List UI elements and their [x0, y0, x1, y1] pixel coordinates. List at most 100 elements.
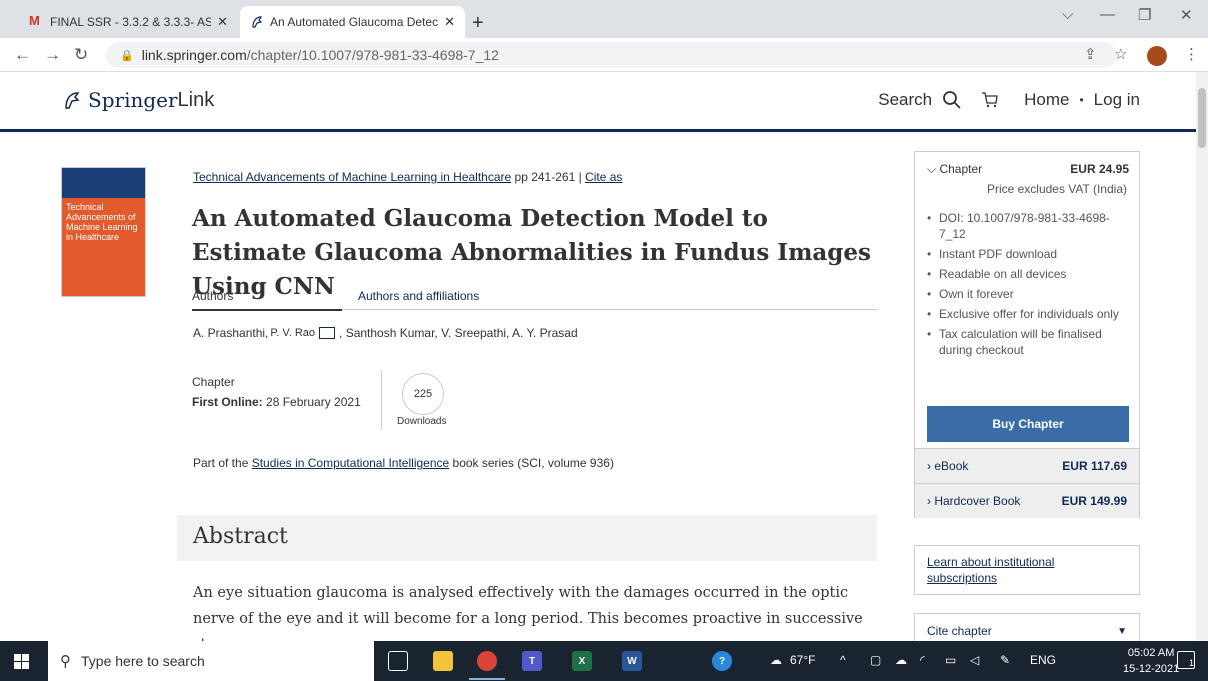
- new-tab-button[interactable]: +: [472, 12, 484, 35]
- url-path: /chapter/10.1007/978-981-33-4698-7_12: [246, 47, 499, 63]
- hardcover-price: EUR 149.99: [1061, 494, 1127, 508]
- pen-icon[interactable]: ✎: [1000, 653, 1010, 667]
- search-icon[interactable]: [942, 90, 962, 110]
- caret-down-icon: ▼: [1117, 626, 1127, 637]
- cite-as-link[interactable]: Cite as: [585, 170, 622, 184]
- hardcover-label: Hardcover Book: [934, 494, 1021, 508]
- scrollbar[interactable]: [1196, 72, 1208, 641]
- battery-icon[interactable]: ▭: [945, 653, 956, 667]
- ebook-price: EUR 117.69: [1062, 459, 1127, 473]
- clock-date: 15-12-2021: [1123, 663, 1180, 675]
- volume-icon[interactable]: ◁: [970, 653, 979, 667]
- chevron-up-icon[interactable]: ^: [840, 653, 846, 667]
- word-icon[interactable]: W: [622, 651, 642, 671]
- share-icon[interactable]: ⇪: [1084, 45, 1097, 63]
- author-tabs: Authors Authors and affiliations: [192, 284, 878, 311]
- restore-button[interactable]: ❐: [1138, 6, 1151, 24]
- vat-note: Price excludes VAT (India): [986, 182, 1127, 196]
- search-link[interactable]: Search: [878, 90, 932, 110]
- tab-search-icon[interactable]: ⌵: [1062, 6, 1073, 23]
- series-before: Part of the: [193, 456, 249, 470]
- back-icon[interactable]: ←: [14, 45, 31, 65]
- weather-icon[interactable]: ☁: [770, 653, 782, 667]
- author-corresponding[interactable]: P. V. Rao: [270, 327, 315, 339]
- address-bar-row: ← → ↻ 🔒 link.springer.com/chapter/10.100…: [0, 38, 1208, 72]
- feature-item: Instant PDF download: [927, 246, 1131, 262]
- windows-taskbar: ⚲ Type here to search T X W ? ☁ 67°F ^ ▢…: [0, 641, 1208, 681]
- series-line: Part of the Studies in Computational Int…: [193, 456, 614, 470]
- url-field[interactable]: 🔒 link.springer.com/chapter/10.1007/978-…: [106, 42, 1116, 68]
- menu-icon[interactable]: ⋮: [1184, 45, 1199, 63]
- reload-icon[interactable]: ↻: [74, 45, 88, 65]
- weather-temp[interactable]: 67°F: [790, 653, 815, 667]
- feature-item: Exclusive offer for individuals only: [927, 306, 1131, 322]
- email-icon[interactable]: [319, 327, 336, 339]
- buy-features: DOI: 10.1007/978-981-33-4698-7_12 Instan…: [927, 210, 1131, 362]
- forward-icon[interactable]: →: [44, 45, 61, 65]
- brand-link: Link: [177, 88, 215, 111]
- task-view-icon[interactable]: [388, 651, 408, 671]
- excel-icon[interactable]: X: [572, 651, 592, 671]
- taskbar-search-field[interactable]: ⚲ Type here to search: [48, 641, 374, 681]
- close-icon[interactable]: ✕: [444, 14, 455, 30]
- springer-icon: [252, 16, 263, 28]
- web-page: Springer Link Search Home • Log in Techni…: [0, 72, 1196, 641]
- active-app-indicator: [469, 678, 505, 680]
- tab-title: FINAL SSR - 3.3.2 & 3.3.3- AS ON: [50, 15, 212, 29]
- file-explorer-icon[interactable]: [433, 651, 453, 671]
- book-cover[interactable]: Technical Advancements of Machine Learni…: [61, 167, 146, 297]
- help-icon[interactable]: ?: [712, 651, 732, 671]
- windows-start-icon[interactable]: [14, 654, 29, 669]
- close-icon[interactable]: ✕: [217, 14, 228, 30]
- minimize-button[interactable]: —: [1100, 6, 1115, 23]
- buy-heading: Chapter: [939, 162, 983, 176]
- header-nav: Search Home • Log in: [878, 90, 1140, 110]
- teams-icon[interactable]: T: [522, 651, 542, 671]
- page-range: pp 241-261: [514, 170, 576, 184]
- feature-item: Readable on all devices: [927, 266, 1131, 282]
- authors-after[interactable]: , Santhosh Kumar, V. Sreepathi, A. Y. Pr…: [339, 326, 578, 340]
- tab-gmail[interactable]: FINAL SSR - 3.3.2 & 3.3.3- AS ON ✕: [18, 6, 238, 38]
- cite-chapter-dropdown[interactable]: Cite chapter ▼: [914, 613, 1140, 641]
- divider: [381, 370, 382, 430]
- notification-icon[interactable]: 1: [1177, 651, 1195, 669]
- institutional-link[interactable]: Learn about institutional subscriptions: [927, 555, 1054, 585]
- home-link[interactable]: Home: [1024, 90, 1069, 110]
- buy-chapter-toggle[interactable]: ⌵ Chapter EUR 24.95: [927, 162, 1129, 177]
- tab-springer[interactable]: An Automated Glaucoma Detecti ✕: [240, 6, 465, 38]
- meta-separator: |: [578, 170, 582, 184]
- bookmark-star-icon[interactable]: ☆: [1114, 45, 1127, 63]
- browser-tab-bar: FINAL SSR - 3.3.2 & 3.3.3- AS ON ✕ An Au…: [0, 0, 1208, 38]
- buy-chapter-button[interactable]: Buy Chapter: [927, 406, 1129, 442]
- wifi-icon[interactable]: ◜: [920, 653, 925, 667]
- tab-authors-affiliations[interactable]: Authors and affiliations: [358, 289, 479, 303]
- close-window-button[interactable]: ✕: [1180, 6, 1193, 24]
- avatar[interactable]: [1147, 46, 1167, 66]
- abstract-text: An eye situation glaucoma is analysed ef…: [193, 585, 863, 641]
- authors-before[interactable]: A. Prashanthi,: [193, 326, 268, 340]
- tab-authors[interactable]: Authors: [192, 289, 342, 311]
- clock[interactable]: 05:02 AM 15-12-2021: [1123, 645, 1179, 677]
- chrome-icon[interactable]: [477, 651, 497, 671]
- springer-horse-icon: [65, 92, 80, 109]
- hardcover-option[interactable]: › Hardcover Book EUR 149.99: [915, 483, 1139, 518]
- ebook-option[interactable]: › eBook EUR 117.69: [915, 448, 1139, 483]
- search-icon: ⚲: [60, 653, 71, 670]
- cover-title: Technical Advancements of Machine Learni…: [66, 202, 138, 242]
- downloads-label: Downloads: [397, 416, 447, 427]
- series-after: book series (SCI, volume 936): [452, 456, 614, 470]
- springerlink-logo[interactable]: Springer Link: [62, 88, 214, 112]
- series-link[interactable]: Studies in Computational Intelligence: [252, 456, 449, 470]
- meet-icon[interactable]: ▢: [870, 653, 881, 667]
- onedrive-icon[interactable]: ☁: [895, 653, 907, 667]
- clock-time: 05:02 AM: [1127, 647, 1175, 659]
- feature-item: DOI: 10.1007/978-981-33-4698-7_12: [927, 210, 1131, 242]
- language-indicator[interactable]: ENG: [1030, 653, 1056, 667]
- cart-icon[interactable]: [980, 90, 1000, 110]
- login-link[interactable]: Log in: [1094, 90, 1140, 110]
- scrollbar-thumb[interactable]: [1198, 88, 1206, 148]
- book-link[interactable]: Technical Advancements of Machine Learni…: [193, 170, 511, 184]
- chevron-down-icon: ⌵: [927, 162, 937, 176]
- tab-title: An Automated Glaucoma Detecti: [270, 15, 439, 29]
- book-meta: Technical Advancements of Machine Learni…: [193, 170, 622, 184]
